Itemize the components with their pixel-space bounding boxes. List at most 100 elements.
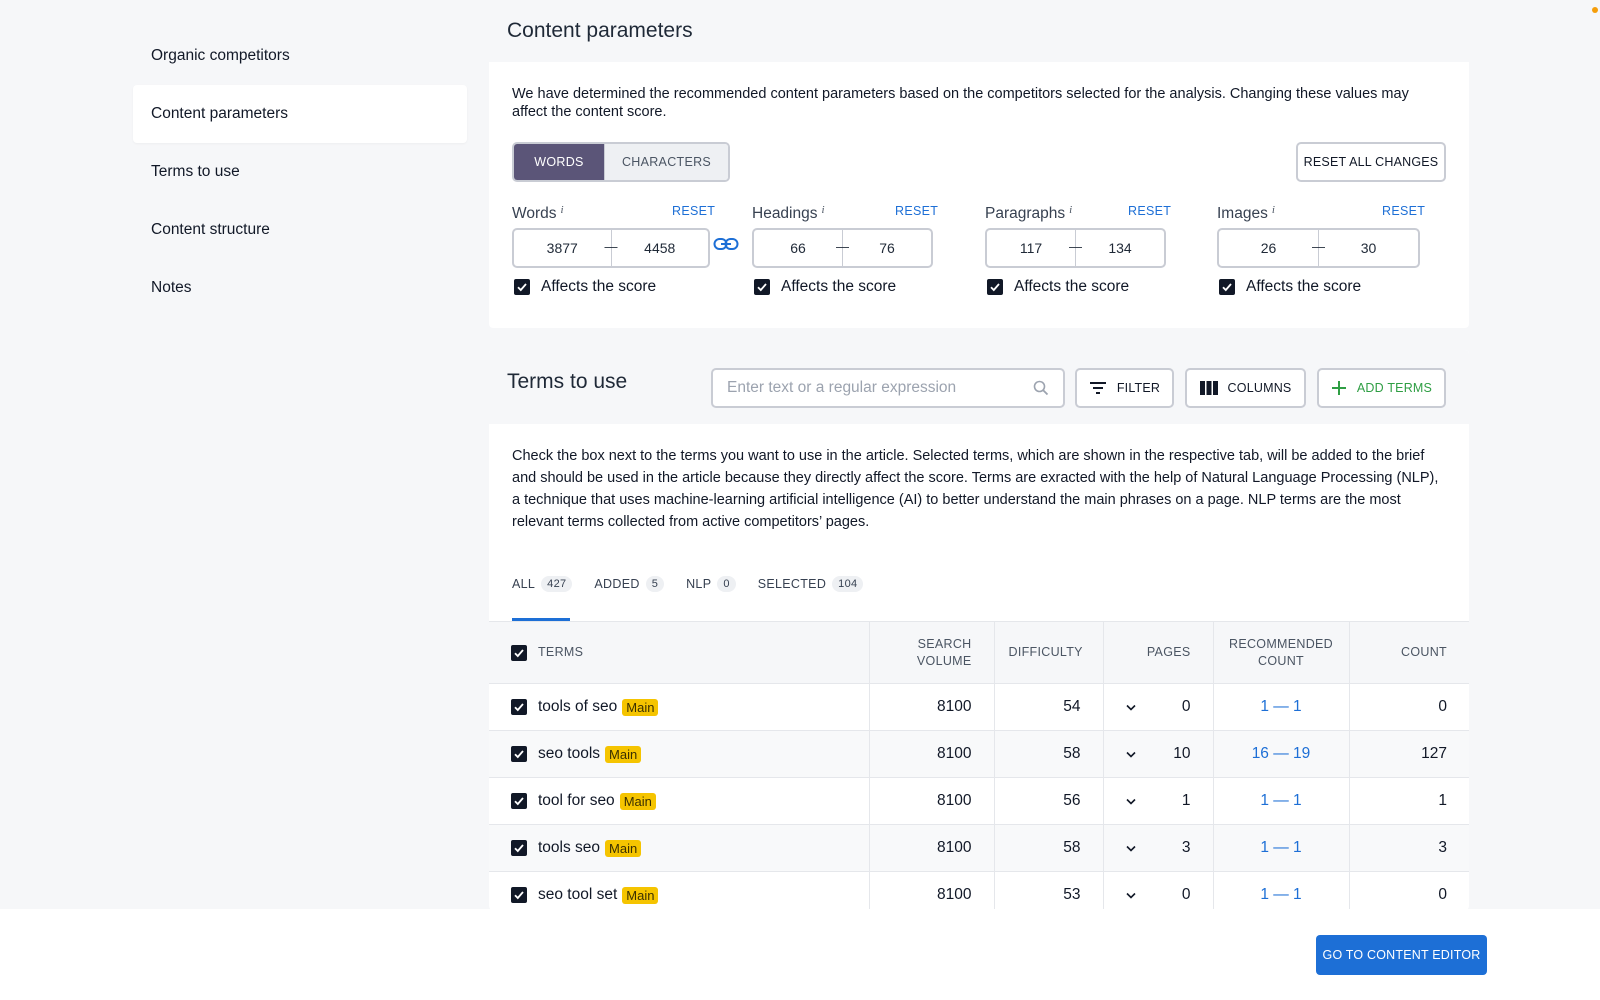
table-row: seo tool set Main 8100 53 0 1 — 10 <box>489 871 1469 910</box>
terms-title: Terms to use <box>507 370 628 393</box>
checkbox-checked-icon[interactable] <box>514 279 530 295</box>
chevron-down-icon[interactable] <box>1125 845 1136 852</box>
table-row: seo tools Main 8100 58 10 16 — 19 127 <box>489 730 1469 778</box>
columns-icon <box>1199 381 1218 395</box>
param-paragraphs-reset[interactable]: RESET <box>1128 204 1171 218</box>
range-separator <box>605 229 618 267</box>
row-checkbox[interactable] <box>511 793 527 809</box>
recommended-count-cell[interactable]: 1 — 1 <box>1213 824 1350 872</box>
characters-toggle-button[interactable]: CHARACTERS <box>604 144 728 180</box>
column-header-difficulty[interactable]: DIFFICULTY <box>994 621 1104 684</box>
param-headings-max-input[interactable]: 76 <box>843 240 931 256</box>
search-volume-cell: 8100 <box>869 683 995 731</box>
tab-added[interactable]: ADDED 5 <box>594 571 665 597</box>
link-icon[interactable] <box>713 235 739 253</box>
main-badge: Main <box>622 698 659 716</box>
difficulty-cell: 58 <box>994 824 1104 872</box>
tab-all[interactable]: ALL 427 <box>512 571 573 597</box>
terms-tabs: ALL 427 ADDED 5 NLP 0 SELECTED 104 <box>512 571 864 597</box>
chevron-down-icon[interactable] <box>1125 798 1136 805</box>
checkbox-checked-icon[interactable] <box>1219 279 1235 295</box>
recommended-header-line2: COUNT <box>1258 653 1304 668</box>
column-header-count[interactable]: COUNT <box>1349 621 1469 684</box>
pages-cell: 0 <box>1103 871 1214 910</box>
search-icon <box>1033 380 1049 396</box>
table-row: tools seo Main 8100 58 3 1 — 13 <box>489 824 1469 872</box>
param-headings-label-text: Headings <box>752 205 818 222</box>
param-words-max-input[interactable]: 4458 <box>612 240 709 256</box>
info-icon[interactable]: i <box>1069 204 1072 216</box>
checkbox-checked-icon[interactable] <box>754 279 770 295</box>
param-paragraphs-min-input[interactable]: 117 <box>987 240 1075 256</box>
add-terms-button[interactable]: ADD TERMS <box>1317 368 1446 408</box>
param-headings-min-input[interactable]: 66 <box>754 240 842 256</box>
param-images-affects[interactable]: Affects the score <box>1219 278 1361 296</box>
search-volume-cell: 8100 <box>869 730 995 778</box>
recommended-count-cell[interactable]: 1 — 1 <box>1213 777 1350 825</box>
select-all-checkbox[interactable] <box>511 644 527 661</box>
param-headings-label: Headings i <box>752 204 825 223</box>
go-to-content-editor-button[interactable]: GO TO CONTENT EDITOR <box>1316 935 1487 975</box>
words-toggle-button[interactable]: WORDS <box>514 144 604 180</box>
pages-cell-inner: 1 <box>1125 792 1191 810</box>
param-headings-reset[interactable]: RESET <box>895 204 938 218</box>
tab-selected[interactable]: SELECTED 104 <box>758 571 864 597</box>
param-images-range: 26 30 <box>1217 228 1420 268</box>
tab-all-label: ALL <box>512 577 536 591</box>
row-checkbox[interactable] <box>511 887 527 903</box>
count-cell: 0 <box>1349 871 1469 910</box>
param-words-min-input[interactable]: 3877 <box>514 240 611 256</box>
info-icon[interactable]: i <box>822 204 825 216</box>
search-volume-cell: 8100 <box>869 824 995 872</box>
recommended-count-cell[interactable]: 1 — 1 <box>1213 683 1350 731</box>
sidebar-item-organic-competitors[interactable]: Organic competitors <box>133 27 467 85</box>
param-paragraphs-max-input[interactable]: 134 <box>1076 240 1164 256</box>
pages-value: 3 <box>1181 839 1191 856</box>
tab-added-count: 5 <box>645 576 665 592</box>
terms-header-cell: TERMS <box>511 644 847 661</box>
search-input[interactable]: Enter text or a regular expression <box>711 368 1065 408</box>
column-header-recommended-count[interactable]: RECOMMENDED COUNT <box>1213 621 1350 684</box>
param-words-reset[interactable]: RESET <box>672 204 715 218</box>
term-cell-inner: tools seo Main <box>511 839 847 857</box>
recommended-count-cell[interactable]: 16 — 19 <box>1213 730 1350 778</box>
param-paragraphs-label-text: Paragraphs <box>985 205 1066 222</box>
param-images-max-input[interactable]: 30 <box>1319 240 1418 256</box>
tab-nlp[interactable]: NLP 0 <box>686 571 736 597</box>
term-text: seo tools <box>538 745 601 762</box>
sidebar-item-terms-to-use[interactable]: Terms to use <box>133 143 467 201</box>
terms-header: Terms to use Enter text or a regular exp… <box>489 350 1469 424</box>
column-header-pages[interactable]: PAGES <box>1103 621 1214 684</box>
param-images-reset[interactable]: RESET <box>1382 204 1425 218</box>
sidebar-item-content-parameters[interactable]: Content parameters <box>133 85 467 143</box>
column-header-terms[interactable]: TERMS <box>489 621 870 684</box>
chevron-down-icon[interactable] <box>1125 751 1136 758</box>
range-separator <box>1069 229 1082 267</box>
chevron-down-icon[interactable] <box>1125 704 1136 711</box>
footer-bar: GO TO CONTENT EDITOR <box>0 909 1600 1000</box>
tab-nlp-count: 0 <box>717 576 736 592</box>
table-header-row: TERMS SEARCH VOLUME DIFFICULTY PAGES RECO… <box>489 621 1469 684</box>
sidebar-item-content-structure[interactable]: Content structure <box>133 201 467 259</box>
pages-cell: 3 <box>1103 824 1214 872</box>
info-icon[interactable]: i <box>1272 204 1275 216</box>
column-header-search-volume[interactable]: SEARCH VOLUME <box>869 621 995 684</box>
terms-table: TERMS SEARCH VOLUME DIFFICULTY PAGES RECO… <box>489 621 1469 910</box>
param-words-affects[interactable]: Affects the score <box>514 278 656 296</box>
filter-button[interactable]: FILTER <box>1075 368 1174 408</box>
row-checkbox[interactable] <box>511 746 527 762</box>
columns-button[interactable]: COLUMNS <box>1185 368 1306 408</box>
recommended-count-cell[interactable]: 1 — 1 <box>1213 871 1350 910</box>
sidebar-item-notes[interactable]: Notes <box>133 259 467 317</box>
param-images-min-input[interactable]: 26 <box>1219 240 1318 256</box>
count-cell: 0 <box>1349 683 1469 731</box>
row-checkbox[interactable] <box>511 840 527 856</box>
row-checkbox[interactable] <box>511 699 527 715</box>
chevron-down-icon[interactable] <box>1125 892 1136 899</box>
checkbox-checked-icon[interactable] <box>987 279 1003 295</box>
term-cell: seo tool set Main <box>489 871 870 910</box>
param-paragraphs-affects[interactable]: Affects the score <box>987 278 1129 296</box>
param-headings-affects[interactable]: Affects the score <box>754 278 896 296</box>
reset-all-changes-button[interactable]: RESET ALL CHANGES <box>1296 142 1446 182</box>
info-icon[interactable]: i <box>561 204 564 216</box>
